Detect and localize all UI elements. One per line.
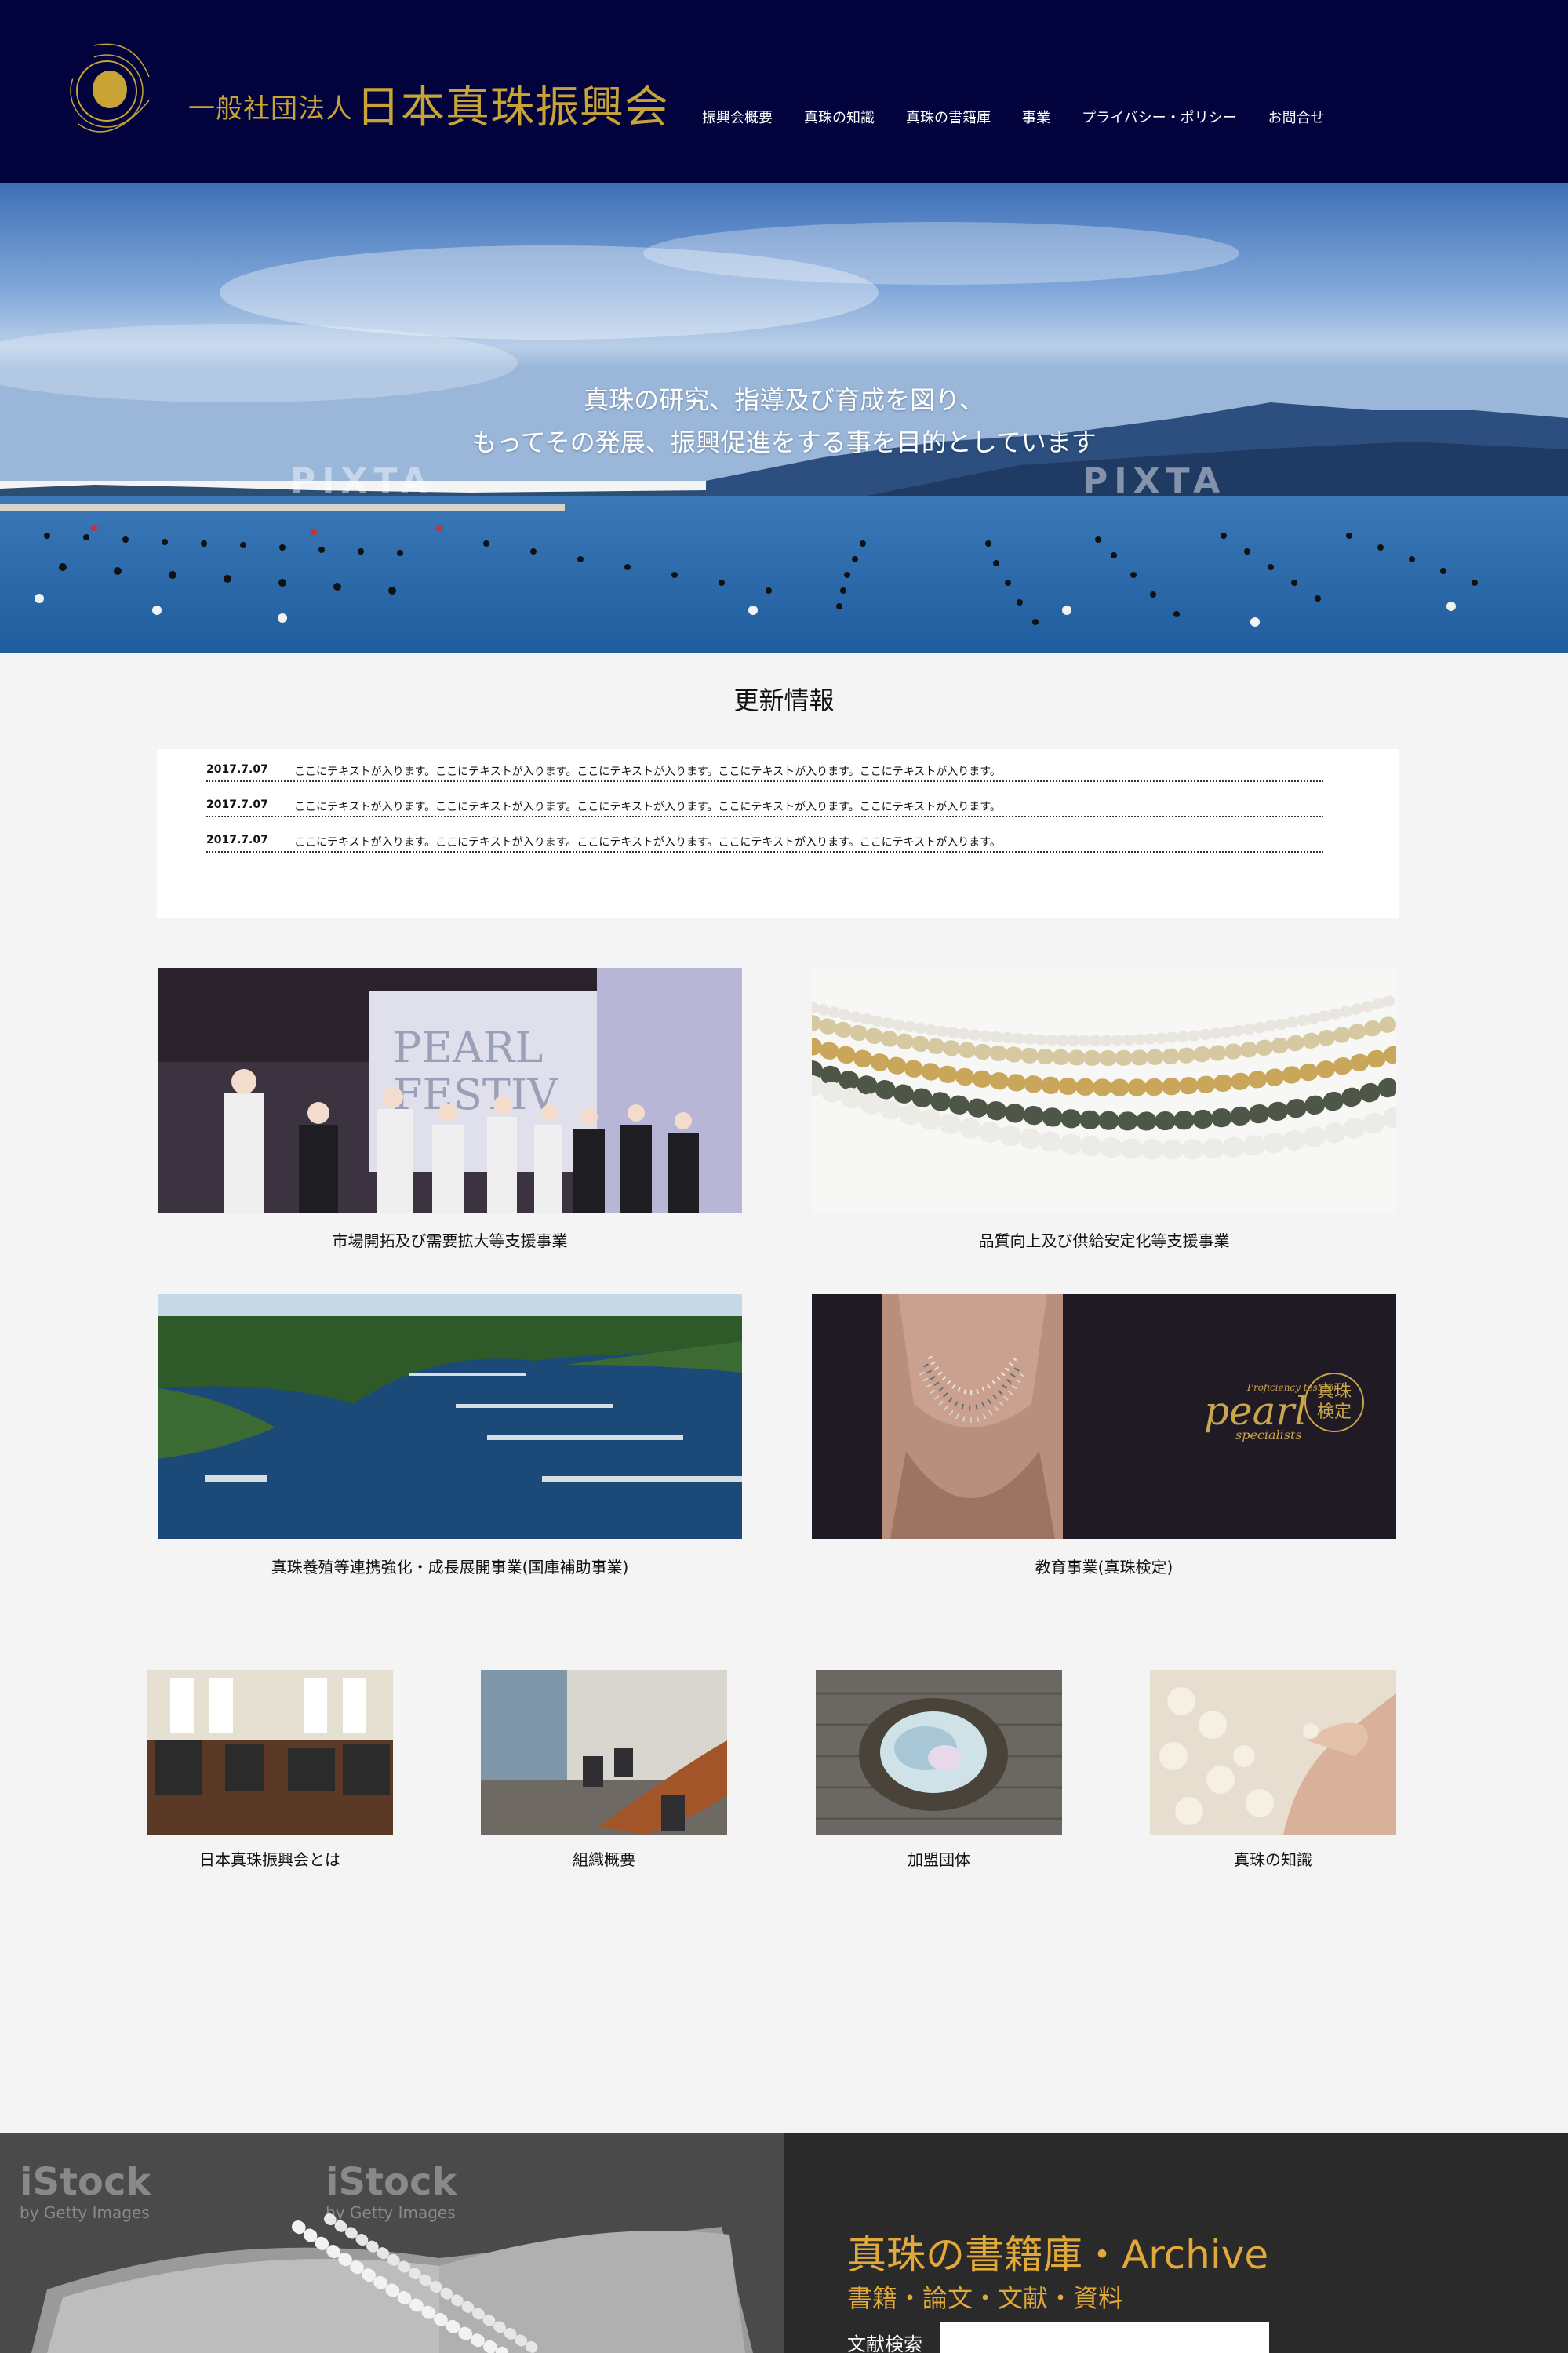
news-item[interactable]: 2017.7.07 ここにテキストが入ります。ここにテキストが入ります。ここにテ… <box>206 749 1323 782</box>
news-text[interactable]: ここにテキストが入ります。ここにテキストが入ります。ここにテキストが入ります。こ… <box>294 763 1001 779</box>
news-box: 2017.7.07 ここにテキストが入ります。ここにテキストが入ります。ここにテ… <box>157 749 1399 918</box>
news-item[interactable]: 2017.7.07 ここにテキストが入ります。ここにテキストが入ります。ここにテ… <box>206 820 1323 853</box>
link-card-organization[interactable]: 組織概要 <box>481 1670 727 1870</box>
education-seal-icon: 真珠 検定 <box>1304 1373 1364 1432</box>
project-image-market[interactable]: PEARL FESTIV <box>158 968 742 1213</box>
education-seal-line1: 真珠 <box>1316 1382 1352 1402</box>
education-badge-sub: specialists <box>1235 1427 1302 1442</box>
archive-title: 真珠の書籍庫・Archive <box>847 2232 1269 2278</box>
hero-banner: 真珠の研究、指導及び育成を図り、 もってその発展、振興促進をする事を目的としてい… <box>0 183 1568 653</box>
news-item[interactable]: 2017.7.07 ここにテキストが入ります。ここにテキストが入ります。ここにテ… <box>206 784 1323 817</box>
news-date: 2017.7.07 <box>206 834 268 846</box>
hero-image <box>0 183 1568 653</box>
link-caption-knowledge[interactable]: 真珠の知識 <box>1150 1847 1396 1870</box>
link-image-about[interactable] <box>147 1670 393 1835</box>
footer-watermark: iStock <box>20 2160 151 2204</box>
hero-watermark-left: PIXTA <box>290 461 435 501</box>
footer-watermark: iStock <box>326 2160 457 2204</box>
archive-subtitle: 書籍・論文・文献・資料 <box>847 2283 1124 2313</box>
project-card-quality[interactable]: 品質向上及び供給安定化等支援事業 <box>812 968 1396 1251</box>
link-caption-about[interactable]: 日本真珠振興会とは <box>147 1847 393 1870</box>
footer-watermark-sub: by Getty Images <box>20 2203 150 2222</box>
nav-item-projects[interactable]: 事業 <box>1022 107 1050 127</box>
news-date: 2017.7.07 <box>206 798 268 811</box>
nav-item-knowledge[interactable]: 真珠の知識 <box>804 107 875 127</box>
nav-item-about[interactable]: 振興会概要 <box>702 107 773 127</box>
archive-footer: iStock by Getty Images iStock by Getty I… <box>0 2133 1568 2353</box>
link-caption-organization[interactable]: 組織概要 <box>481 1847 727 1870</box>
link-image-organization[interactable] <box>481 1670 727 1835</box>
link-image-members[interactable] <box>816 1670 1062 1835</box>
project-caption-quality[interactable]: 品質向上及び供給安定化等支援事業 <box>812 1228 1396 1251</box>
project-card-education[interactable]: pearl Proficiency test for specialists 真… <box>812 1294 1396 1577</box>
project-caption-market[interactable]: 市場開拓及び需要拡大等支援事業 <box>158 1228 742 1251</box>
svg-text:PEARL: PEARL <box>393 1023 543 1072</box>
project-image-education[interactable]: pearl Proficiency test for specialists 真… <box>812 1294 1396 1539</box>
footer-watermark-sub: by Getty Images <box>326 2203 456 2222</box>
project-image-quality[interactable] <box>812 968 1396 1213</box>
project-image-farming[interactable] <box>158 1294 742 1539</box>
hero-watermark-right: PIXTA <box>1082 461 1227 501</box>
education-seal-line2: 検定 <box>1316 1402 1352 1422</box>
nav-item-contact[interactable]: お問合せ <box>1268 107 1325 127</box>
archive-search-input[interactable] <box>940 2322 1269 2353</box>
nav-item-privacy[interactable]: プライバシー・ポリシー <box>1082 107 1237 127</box>
logo-icon[interactable] <box>63 38 157 155</box>
hero-tagline-line2: もってその発展、振興促進をする事を目的としています <box>471 427 1097 457</box>
org-name-main: 日本真珠振興会 <box>356 82 669 133</box>
site-header: 一般社団法人日本真珠振興会 振興会概要 真珠の知識 真珠の書籍庫 事業 プライバ… <box>0 0 1568 183</box>
nav-item-library[interactable]: 真珠の書籍庫 <box>906 107 991 127</box>
project-card-market[interactable]: PEARL FESTIV 市場開拓及び需要拡大等支援事業 <box>158 968 742 1251</box>
link-card-about[interactable]: 日本真珠振興会とは <box>147 1670 393 1870</box>
link-card-knowledge[interactable]: 真珠の知識 <box>1150 1670 1396 1870</box>
hero-tagline-line1: 真珠の研究、指導及び育成を図り、 <box>584 385 984 415</box>
link-card-members[interactable]: 加盟団体 <box>816 1670 1062 1870</box>
news-section-title: 更新情報 <box>733 686 835 715</box>
svg-text:FESTIV: FESTIV <box>393 1070 558 1119</box>
archive-search-label: 文献検索 <box>847 2333 922 2353</box>
news-text[interactable]: ここにテキストが入ります。ここにテキストが入ります。ここにテキストが入ります。こ… <box>294 798 1001 814</box>
news-date: 2017.7.07 <box>206 763 268 776</box>
project-caption-farming[interactable]: 真珠養殖等連携強化・成長展開事業(国庫補助事業) <box>158 1555 742 1577</box>
link-image-knowledge[interactable] <box>1150 1670 1396 1835</box>
org-name-prefix: 一般社団法人 <box>188 93 353 125</box>
link-caption-members[interactable]: 加盟団体 <box>816 1847 1062 1870</box>
project-caption-education[interactable]: 教育事業(真珠検定) <box>812 1555 1396 1577</box>
main-nav: 振興会概要 真珠の知識 真珠の書籍庫 事業 プライバシー・ポリシー お問合せ <box>702 107 1325 127</box>
org-name[interactable]: 一般社団法人日本真珠振興会 <box>188 72 669 136</box>
news-text[interactable]: ここにテキストが入ります。ここにテキストが入ります。ここにテキストが入ります。こ… <box>294 834 1001 849</box>
project-card-farming[interactable]: 真珠養殖等連携強化・成長展開事業(国庫補助事業) <box>158 1294 742 1577</box>
